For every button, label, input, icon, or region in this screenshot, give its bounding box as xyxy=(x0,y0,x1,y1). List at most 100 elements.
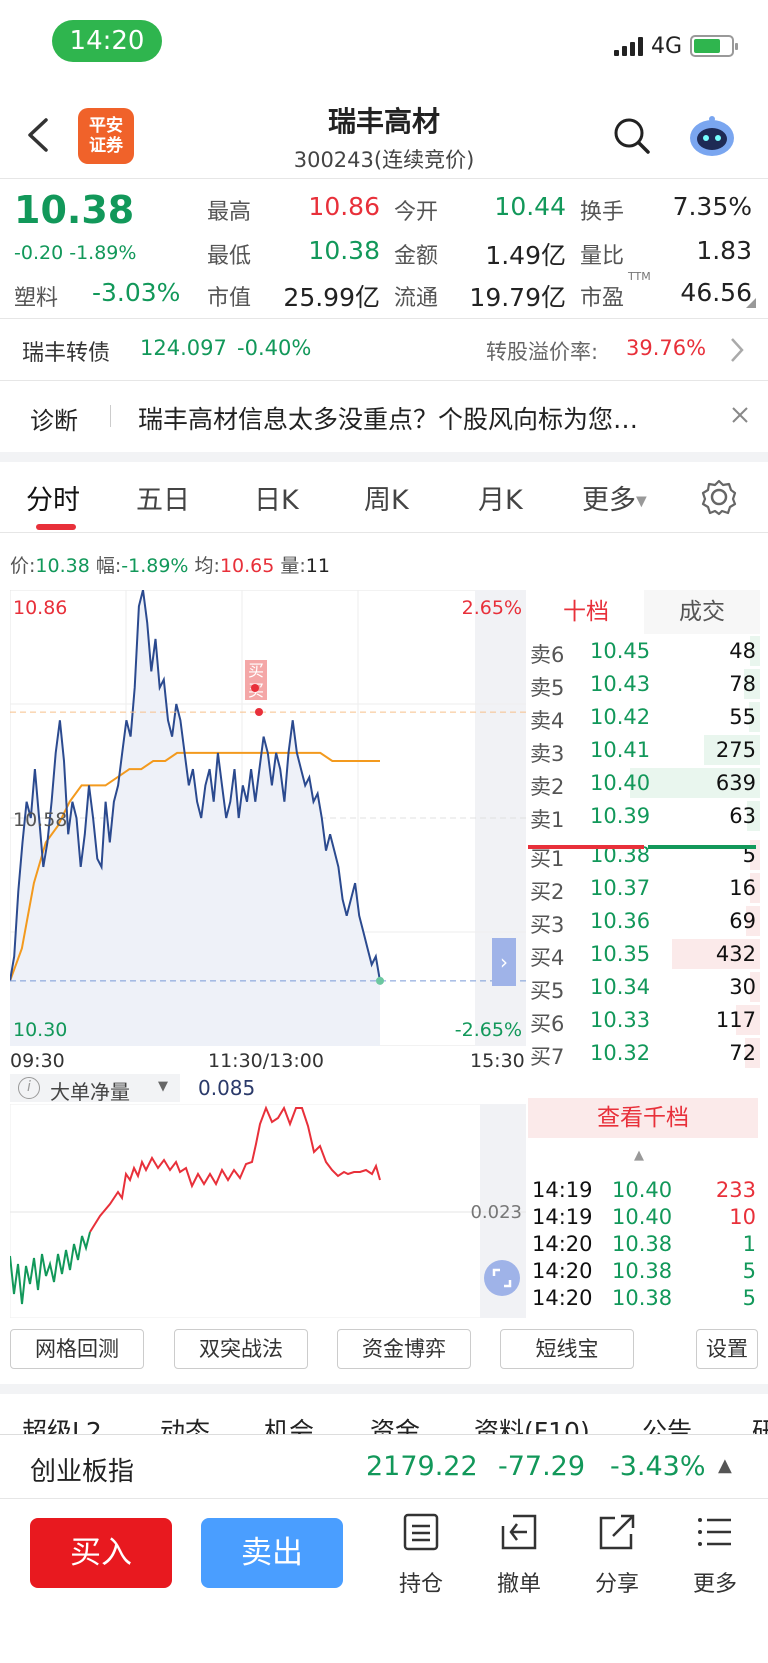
time-axis-end: 15:30 xyxy=(470,1050,525,1072)
index-ticker-bar[interactable]: 创业板指 2179.22 -77.29 -3.43% ▲ xyxy=(0,1434,768,1498)
fullscreen-button[interactable] xyxy=(484,1260,520,1296)
level-price: 10.41 xyxy=(590,738,651,762)
tab-opportunity[interactable]: 机会 xyxy=(264,1412,314,1434)
ask-level-row[interactable]: 卖5 10.43 78 xyxy=(530,667,760,701)
broker-logo: 平安 证券 xyxy=(78,108,134,164)
tab-five-day[interactable]: 五日 xyxy=(136,478,190,517)
tab-announcement[interactable]: 公告 xyxy=(642,1412,692,1434)
bid-level-row[interactable]: 买4 10.35 432 xyxy=(530,937,760,971)
trade-point xyxy=(251,684,259,692)
intraday-price-chart[interactable]: 买买 10.86 10.58 10.30 2.65% -2.65% › xyxy=(10,590,526,1046)
level-label: 卖6 xyxy=(530,643,565,667)
trade-volume: 10 xyxy=(729,1205,756,1229)
double-breakout-button[interactable]: 双突战法 xyxy=(174,1329,308,1369)
level-price: 10.43 xyxy=(590,672,651,696)
tools-settings-button[interactable]: 设置 xyxy=(696,1329,758,1369)
level-volume: 639 xyxy=(715,771,756,795)
sector-change[interactable]: -3.03% xyxy=(92,278,180,307)
more-button[interactable]: 更多 xyxy=(675,1512,755,1598)
expand-corner-icon[interactable] xyxy=(746,298,756,308)
diagnosis-banner[interactable]: 诊断 瑞丰高材信息太多没重点？个股风向标为您… xyxy=(0,381,768,449)
ask-level-row[interactable]: 卖6 10.45 48 xyxy=(530,634,760,668)
close-icon[interactable] xyxy=(730,405,750,425)
high-label: 最高 xyxy=(207,200,252,225)
big-order-net-chart[interactable]: 0.023 xyxy=(10,1104,526,1318)
change-value: -0.20 xyxy=(14,242,64,264)
chevron-right-icon: › xyxy=(500,950,508,974)
indicator-selector[interactable]: i 大单净量 ▼ xyxy=(10,1074,180,1104)
tab-f10[interactable]: 资料(F10) xyxy=(474,1412,590,1434)
tab-ten-levels[interactable]: 十档 xyxy=(528,590,644,634)
share-button[interactable]: 分享 xyxy=(577,1512,657,1598)
info-icon: i xyxy=(18,1077,40,1099)
chart-pmax-label: 2.65% xyxy=(462,597,522,619)
cancel-order-button[interactable]: 撤单 xyxy=(479,1512,559,1598)
change-percent: -1.89% xyxy=(69,242,137,264)
amount-label: 金额 xyxy=(394,244,439,269)
ask-level-row[interactable]: 卖1 10.39 63 xyxy=(530,799,760,833)
market-cap-value: 25.99亿 xyxy=(283,283,380,312)
open-label: 今开 xyxy=(394,200,439,225)
tab-more[interactable]: 更多▼ xyxy=(582,478,647,517)
diagnosis-text: 瑞丰高材信息太多没重点？个股风向标为您… xyxy=(138,405,639,434)
bid-level-row[interactable]: 买7 10.32 72 xyxy=(530,1036,760,1070)
info-amp-label: 幅: xyxy=(95,555,122,577)
info-price: 10.38 xyxy=(35,555,90,577)
page-title: 瑞丰高材 xyxy=(327,105,440,138)
trade-time: 14:20 xyxy=(532,1286,593,1310)
logo-text-line1: 平安 xyxy=(89,116,123,136)
tab-timeshare[interactable]: 分时 xyxy=(26,478,80,517)
tab-news[interactable]: 动态 xyxy=(160,1412,210,1434)
bid-level-row[interactable]: 买3 10.36 69 xyxy=(530,904,760,938)
tab-capital[interactable]: 资金 xyxy=(370,1412,420,1434)
ai-assistant-icon[interactable] xyxy=(686,112,738,160)
float-cap-label: 流通 xyxy=(394,286,439,311)
sell-button[interactable]: 卖出 xyxy=(201,1518,343,1588)
buy-button[interactable]: 买入 xyxy=(30,1518,172,1588)
ask-level-row[interactable]: 卖3 10.41 275 xyxy=(530,733,760,767)
signal-icon xyxy=(613,36,643,56)
last-price-dot xyxy=(376,976,384,985)
level-price: 10.37 xyxy=(590,876,651,900)
bid-level-row[interactable]: 买6 10.33 117 xyxy=(530,1003,760,1037)
tab-research[interactable]: 研 xyxy=(752,1412,768,1434)
trade-price: 10.38 xyxy=(612,1259,673,1283)
settings-gear-icon[interactable] xyxy=(700,478,738,516)
sector-label[interactable]: 塑料 xyxy=(14,280,58,312)
indicator-name: 大单净量 xyxy=(50,1080,130,1104)
grid-backtest-button[interactable]: 网格回测 xyxy=(10,1329,144,1369)
view-thousand-levels-button[interactable]: 查看千档 xyxy=(528,1098,758,1138)
tab-weekly-k[interactable]: 周K xyxy=(364,478,409,517)
volume-ratio-value: 1.83 xyxy=(696,236,752,265)
holdings-button[interactable]: 持仓 xyxy=(381,1512,461,1598)
level-label: 卖5 xyxy=(530,676,565,700)
trade-price: 10.38 xyxy=(612,1232,673,1256)
index-percent: -3.43% xyxy=(610,1451,706,1482)
bid-level-row[interactable]: 买1 10.38 5 xyxy=(530,838,760,872)
tab-super-l2[interactable]: 超级L2 xyxy=(22,1412,102,1434)
info-tabs: 超级L2 动态 机会 资金 资料(F10) 公告 研 xyxy=(0,1394,768,1434)
share-label: 分享 xyxy=(594,1572,639,1597)
level-price: 10.39 xyxy=(590,804,651,828)
level-price: 10.32 xyxy=(590,1041,651,1065)
bid-level-row[interactable]: 买5 10.34 30 xyxy=(530,970,760,1004)
tab-monthly-k[interactable]: 月K xyxy=(478,478,523,517)
capital-game-button[interactable]: 资金博弈 xyxy=(337,1329,471,1369)
short-term-button[interactable]: 短线宝 xyxy=(500,1329,634,1369)
trade-row: 14:19 10.40 10 xyxy=(530,1205,760,1233)
caret-down-icon: ▼ xyxy=(158,1079,168,1094)
orderbook-tabs: 十档 成交 xyxy=(528,590,760,634)
tab-trades[interactable]: 成交 xyxy=(644,590,760,634)
caret-up-icon[interactable]: ▲ xyxy=(634,1148,644,1163)
last-price: 10.38 xyxy=(14,188,135,232)
search-icon[interactable] xyxy=(612,116,652,156)
bid-level-row[interactable]: 买2 10.37 16 xyxy=(530,871,760,905)
tab-daily-k[interactable]: 日K xyxy=(254,478,299,517)
level-volume: 275 xyxy=(715,738,756,762)
section-gap xyxy=(0,1384,768,1394)
convertible-bond-row[interactable]: 瑞丰转债 124.097 -0.40% 转股溢价率: 39.76% xyxy=(0,319,768,379)
level-label: 买4 xyxy=(530,946,565,970)
ask-level-row[interactable]: 卖4 10.42 55 xyxy=(530,700,760,734)
ask-level-row[interactable]: 卖2 10.40 639 xyxy=(530,766,760,800)
back-button[interactable] xyxy=(26,116,56,156)
